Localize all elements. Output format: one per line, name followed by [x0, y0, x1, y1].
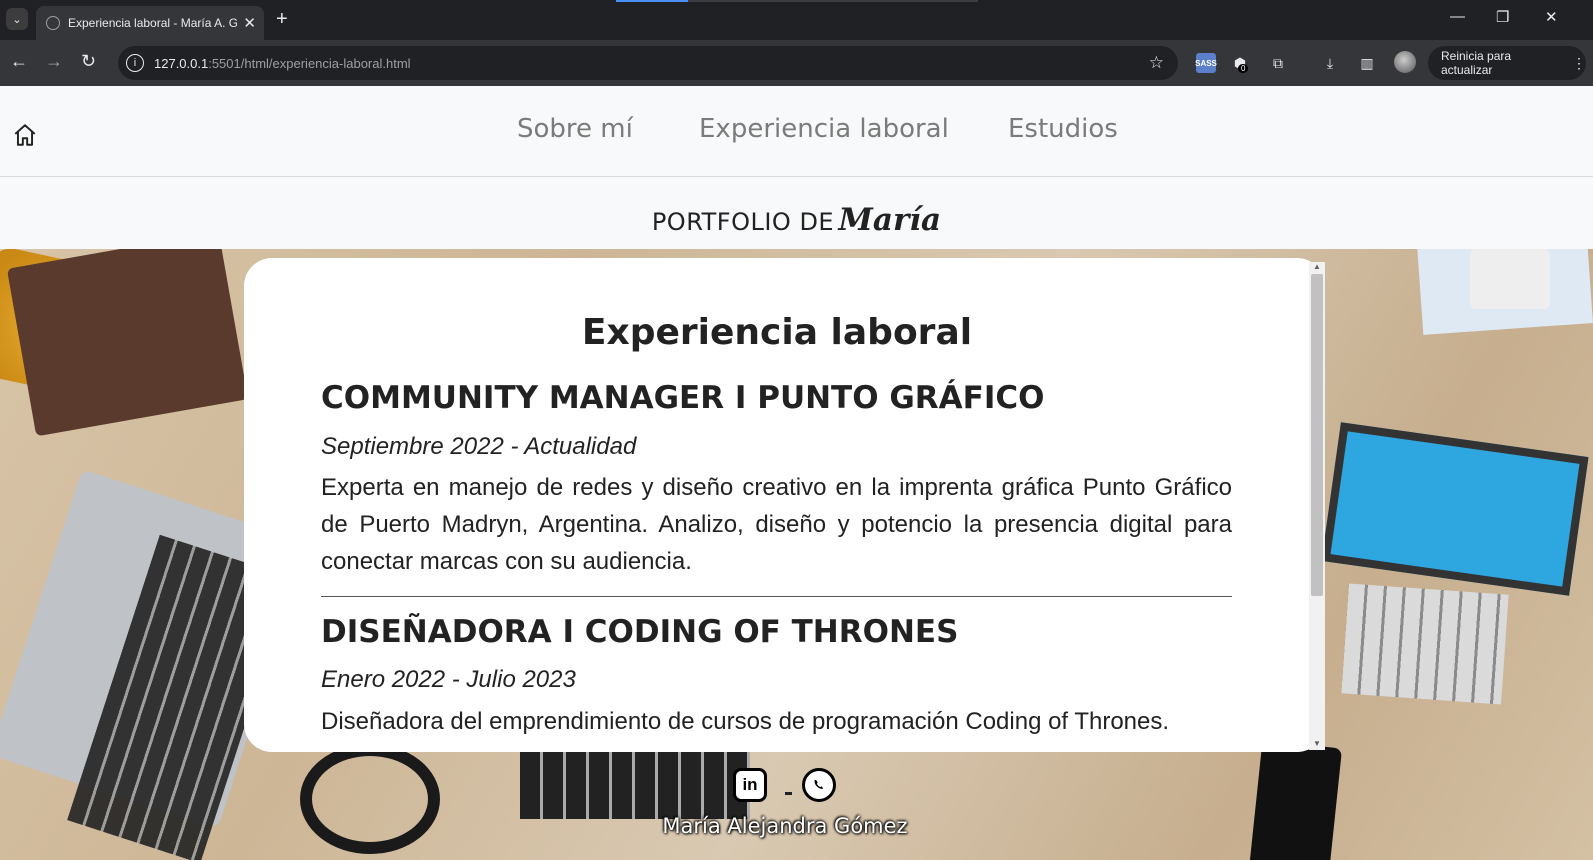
- whatsapp-icon[interactable]: [802, 768, 836, 802]
- puzzle-extensions-icon[interactable]: ⧉: [1268, 53, 1288, 73]
- new-tab-plus-icon[interactable]: +: [276, 9, 288, 29]
- nav-link-experiencia[interactable]: Experiencia laboral: [699, 114, 949, 144]
- window-close-icon[interactable]: ✕: [1545, 8, 1558, 26]
- brand-name: María: [838, 202, 942, 238]
- sass-extension-icon[interactable]: SASS: [1195, 53, 1217, 73]
- card-scrollbar-thumb[interactable]: [1311, 274, 1323, 596]
- address-bar[interactable]: i 127.0.0.1:5501/html/experiencia-labora…: [118, 46, 1178, 80]
- nav-link-sobre-mi[interactable]: Sobre mí: [517, 114, 633, 144]
- site-info-icon[interactable]: i: [126, 54, 144, 72]
- minimize-icon[interactable]: —: [1450, 8, 1465, 25]
- linkedin-icon[interactable]: in: [733, 768, 767, 802]
- tab-title: Experiencia laboral - María A. G: [68, 16, 238, 30]
- job-divider: [321, 596, 1232, 597]
- update-button[interactable]: Reinicia para actualizar ⋮: [1428, 46, 1586, 80]
- bg-notebook: [6, 249, 249, 437]
- nav-link-estudios[interactable]: Estudios: [1008, 114, 1118, 144]
- restore-icon[interactable]: ❐: [1496, 8, 1509, 26]
- menu-kebab-icon[interactable]: ⋮: [1572, 55, 1586, 72]
- browser-tab-bar: ⌄ Experiencia laboral - María A. G ✕ + —…: [0, 0, 1593, 40]
- brand-header: PORTFOLIO DE María: [0, 177, 1593, 249]
- bg-keyboard-right: [1341, 583, 1509, 705]
- browser-tab-active[interactable]: Experiencia laboral - María A. G ✕: [36, 6, 264, 40]
- side-panel-icon[interactable]: ▥: [1357, 53, 1377, 73]
- forward-arrow-icon[interactable]: →: [45, 52, 63, 70]
- bg-phone-right: [1470, 249, 1550, 309]
- url-path: :5501/html/experiencia-laboral.html: [208, 55, 411, 71]
- globe-icon: [46, 16, 60, 30]
- footer-author-name: María Alejandra Gómez: [662, 814, 908, 838]
- job-description: Experta en manejo de redes y diseño crea…: [321, 474, 1232, 575]
- brand-prefix: PORTFOLIO DE: [651, 208, 835, 236]
- bookmark-star-icon[interactable]: ☆: [1149, 53, 1164, 73]
- job-title: COMMUNITY MANAGER I PUNTO GRÁFICO: [321, 380, 1045, 416]
- home-icon[interactable]: [12, 122, 38, 148]
- experience-card[interactable]: Experiencia laboral COMMUNITY MANAGER I …: [244, 258, 1325, 752]
- footer-separator: [785, 792, 792, 795]
- site-brand: PORTFOLIO DE María: [0, 202, 1593, 238]
- page-title: Experiencia laboral: [581, 312, 973, 353]
- profile-avatar[interactable]: [1394, 51, 1416, 73]
- back-arrow-icon[interactable]: ←: [10, 52, 28, 70]
- site-navbar: Sobre mí Experiencia laboral Estudios: [0, 86, 1593, 177]
- reload-icon[interactable]: ↻: [81, 52, 96, 70]
- download-icon[interactable]: ⤓: [1320, 53, 1340, 73]
- browser-toolbar: ← → ↻ i 127.0.0.1:5501/html/experiencia-…: [0, 40, 1593, 86]
- job-date: Enero 2022 - Julio 2023: [321, 666, 576, 693]
- tab-close-icon[interactable]: ✕: [243, 14, 256, 32]
- loading-track: [688, 0, 978, 2]
- tab-list-chevron-icon[interactable]: ⌄: [6, 8, 28, 30]
- loading-indicator: [616, 0, 688, 2]
- scroll-down-arrow-icon[interactable]: ▼: [1312, 739, 1322, 748]
- bg-phone-bottom: [1247, 740, 1343, 860]
- scroll-up-arrow-icon[interactable]: ▲: [1312, 262, 1322, 271]
- update-button-label: Reinicia para actualizar: [1441, 49, 1512, 77]
- job-title: DISEÑADORA I CODING OF THRONES: [321, 614, 959, 650]
- bg-keyboard-bottom: [520, 749, 750, 819]
- whatsapp-phone-glyph: [814, 780, 824, 789]
- url-text[interactable]: 127.0.0.1:5501/html/experiencia-laboral.…: [154, 56, 411, 71]
- bg-laptop-right: [1321, 422, 1589, 596]
- job-description: Diseñadora del emprendimiento de cursos …: [321, 708, 1170, 735]
- job-date: Septiembre 2022 - Actualidad: [321, 433, 637, 460]
- url-host: 127.0.0.1: [154, 55, 209, 71]
